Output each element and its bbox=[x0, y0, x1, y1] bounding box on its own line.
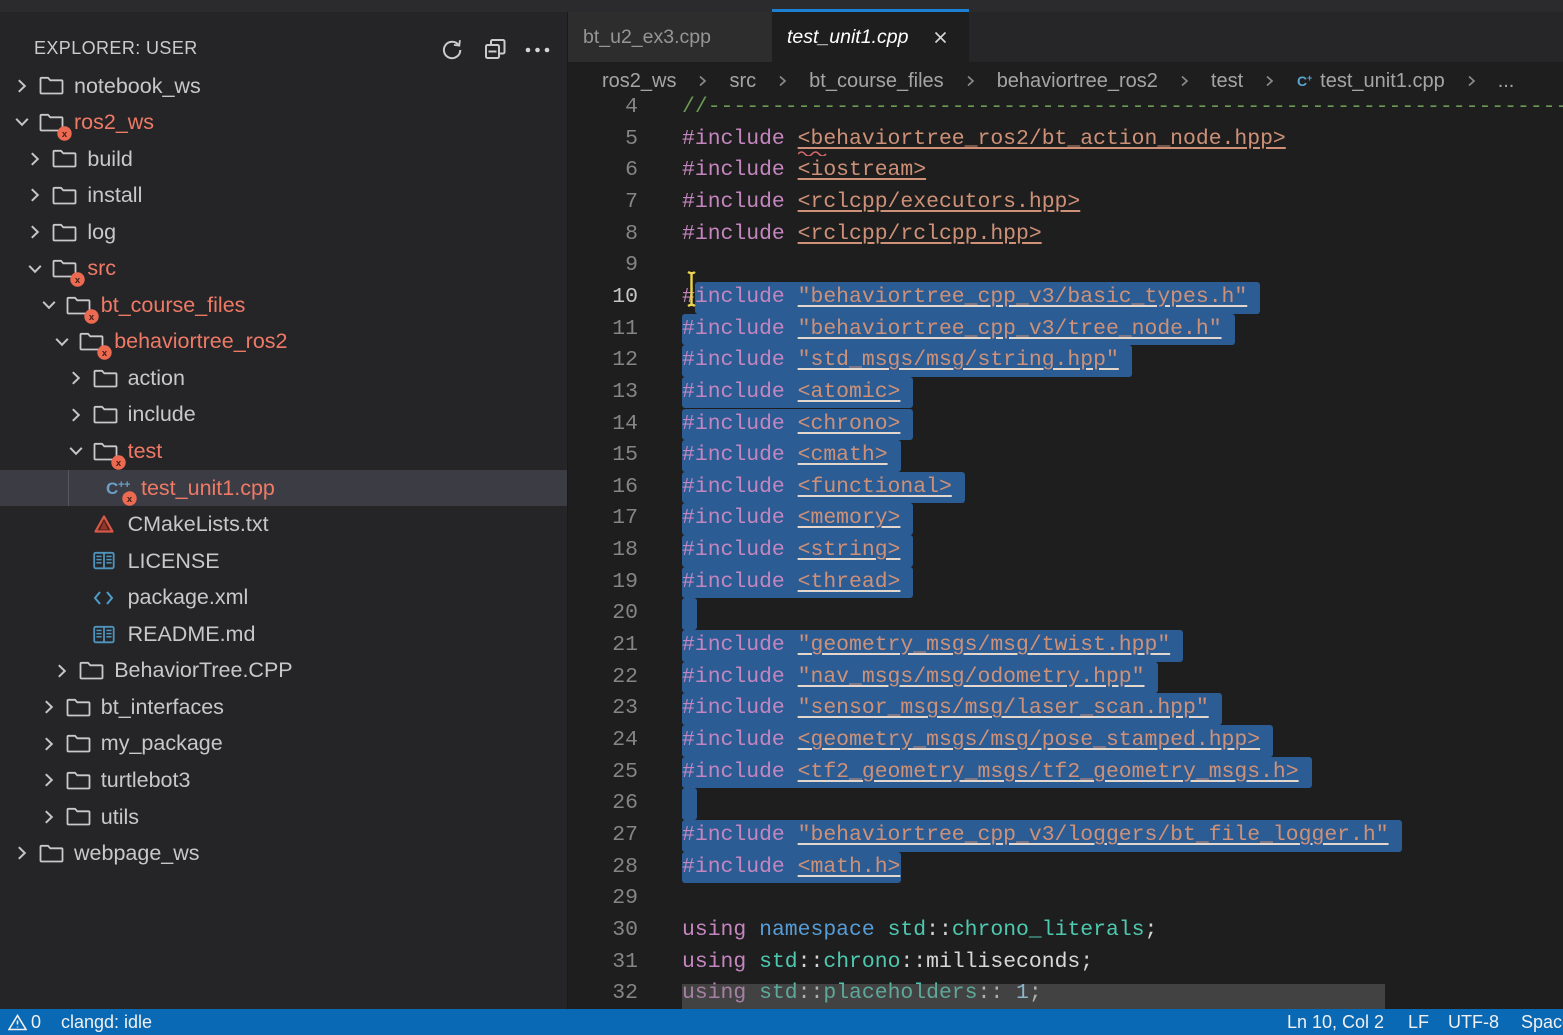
svg-text:x: x bbox=[115, 458, 121, 469]
svg-text:C: C bbox=[106, 479, 118, 498]
svg-text:x: x bbox=[89, 312, 95, 323]
svg-text:+: + bbox=[124, 479, 130, 491]
svg-text:x: x bbox=[62, 129, 68, 140]
svg-text:x: x bbox=[126, 494, 132, 505]
svg-text:x: x bbox=[75, 275, 81, 286]
svg-text:x: x bbox=[102, 348, 108, 359]
